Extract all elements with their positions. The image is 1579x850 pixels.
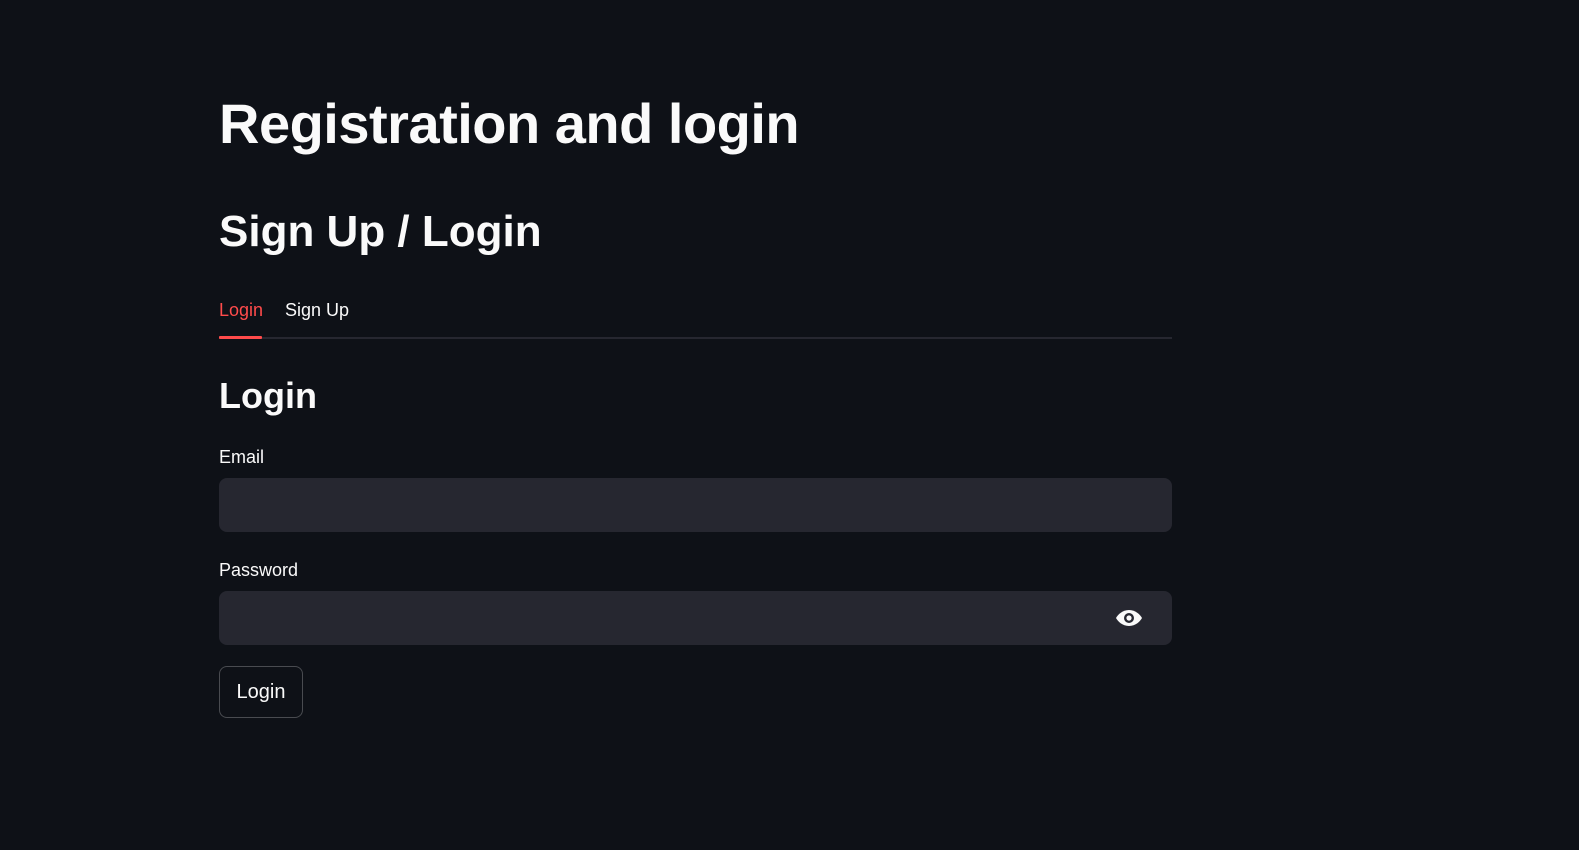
email-input[interactable]: [219, 478, 1172, 532]
login-button[interactable]: Login: [219, 666, 303, 718]
section-title: Sign Up / Login: [219, 207, 542, 256]
tab-sign-up[interactable]: Sign Up: [285, 298, 349, 322]
email-label: Email: [219, 447, 265, 467]
email-field-container: [219, 478, 1172, 532]
page-title: Registration and login: [219, 92, 800, 155]
password-input[interactable]: [219, 591, 1172, 645]
tab-login[interactable]: Login: [219, 298, 263, 322]
eye-icon[interactable]: [1114, 606, 1144, 630]
tab-rail: [219, 337, 1172, 339]
password-field-container: [219, 591, 1172, 645]
password-label: Password: [219, 560, 299, 580]
tab-bar: Login Sign Up: [219, 292, 1172, 340]
form-heading: Login: [219, 375, 317, 416]
active-tab-indicator: [219, 336, 262, 339]
